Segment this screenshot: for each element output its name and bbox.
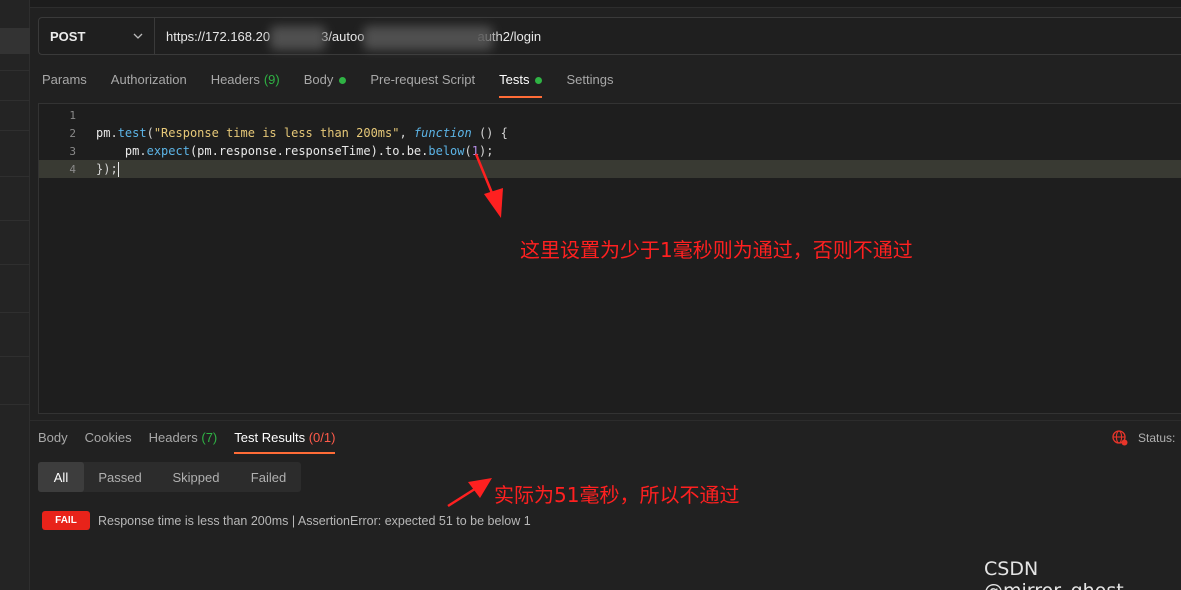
request-tabs: Params Authorization Headers (9) Body Pre… (42, 72, 637, 98)
sidebar-divider (0, 130, 30, 131)
text-cursor (117, 161, 119, 177)
code-token: . (110, 126, 118, 140)
tab-pre-request-script[interactable]: Pre-request Script (370, 72, 475, 98)
annotation-arrow-icon (474, 153, 503, 218)
code-token: "Response time is less than 200ms" (153, 126, 400, 140)
sidebar-divider (0, 264, 30, 265)
globe-error-icon[interactable] (1112, 430, 1128, 446)
left-sidebar-rail (0, 0, 30, 590)
code-text: pm.test("Response time is less than 200m… (96, 126, 508, 140)
test-results-filter: All Passed Skipped Failed (38, 462, 301, 492)
tab-settings[interactable]: Settings (566, 72, 613, 98)
sidebar-selected-item[interactable] (0, 28, 30, 54)
code-token: expect (146, 144, 190, 158)
sidebar-divider (0, 176, 30, 177)
method-select[interactable]: POST (39, 18, 155, 54)
tab-headers[interactable]: Headers (9) (211, 72, 280, 98)
tab-label: Tests (499, 72, 530, 87)
response-status: Status: (1112, 430, 1175, 446)
sidebar-divider (0, 70, 30, 71)
chevron-down-icon (133, 33, 143, 39)
code-token: }); (96, 161, 118, 176)
code-token: ( (146, 126, 154, 140)
request-url-bar: POST https://172.168.20 3/autoo auth2/logi… (38, 17, 1181, 55)
tab-strip (30, 0, 1181, 8)
tab-label: Body (38, 430, 68, 445)
url-part: 3/autoo (321, 28, 365, 44)
tab-cookies[interactable]: Cookies (85, 430, 132, 454)
watermark: CSDN @mirror_ghost (984, 558, 1124, 590)
tab-label: Cookies (84, 430, 132, 445)
code-token: pm (96, 126, 111, 140)
tab-label: Pre-request Script (370, 72, 476, 87)
headers-count: (9) (263, 72, 280, 87)
filter-label: Skipped (172, 469, 220, 485)
test-result-text: Response time is less than 200ms | Asser… (98, 513, 531, 528)
code-token: pm (124, 144, 140, 158)
tab-label: Body (303, 72, 334, 87)
test-results-count: (0/1) (308, 430, 336, 445)
sidebar-divider (0, 356, 30, 357)
response-divider (30, 420, 1181, 421)
tab-response-body[interactable]: Body (38, 430, 68, 454)
url-input[interactable]: https://172.168.20 3/autoo auth2/login (166, 25, 541, 50)
sidebar-divider (0, 100, 30, 101)
redaction-blur (270, 25, 326, 50)
tab-authorization[interactable]: Authorization (111, 72, 187, 98)
code-token: test (117, 126, 147, 140)
tab-label: Authorization (110, 72, 187, 87)
tab-label: Test Results (234, 430, 306, 445)
tab-label: Settings (566, 72, 614, 87)
status-label: Status: (1138, 431, 1176, 445)
code-token: below (428, 144, 465, 158)
sidebar-divider (0, 220, 30, 221)
code-line: 3 pm.expect(pm.response.responseTime).to… (39, 142, 1181, 160)
code-token: (pm.response.responseTime).to.be. (189, 144, 429, 158)
line-number: 4 (69, 162, 76, 176)
headers-count: (7) (201, 430, 218, 445)
code-token: . (139, 144, 147, 158)
annotation-note-top: 这里设置为少于1毫秒则为通过，否则不通过 (520, 238, 913, 262)
code-text: pm.expect(pm.response.responseTime).to.b… (96, 144, 494, 158)
filter-label: Passed (98, 469, 142, 485)
sidebar-divider (0, 312, 30, 313)
tab-response-headers[interactable]: Headers (7) (149, 430, 218, 454)
filter-label: All (53, 469, 69, 485)
tab-body[interactable]: Body (304, 72, 347, 98)
tab-label: Params (42, 72, 87, 87)
response-tabs: Body Cookies Headers (7) Test Results (0… (38, 430, 352, 454)
fail-badge: FAIL (42, 511, 90, 530)
line-number: 3 (69, 144, 76, 158)
filter-all-button[interactable]: All (38, 462, 84, 492)
test-result-row: FAIL Response time is less than 200ms | … (42, 511, 531, 530)
tab-label: Headers (210, 72, 260, 87)
code-line-active: 4 }); (39, 160, 1181, 178)
sidebar-divider (0, 404, 30, 405)
url-part: https://172.168.20 (166, 28, 271, 44)
status-dot-icon (339, 77, 347, 84)
tab-label: Headers (148, 430, 198, 445)
code-token: , (399, 126, 414, 140)
code-line: 1 (39, 106, 1181, 124)
annotation-arrow-icon (447, 478, 492, 508)
line-number: 2 (69, 126, 76, 140)
code-token: () { (471, 126, 508, 140)
code-line: 2 pm.test("Response time is less than 20… (39, 124, 1181, 142)
status-dot-icon (535, 77, 543, 84)
code-text: }); (96, 161, 119, 177)
filter-failed-button[interactable]: Failed (236, 462, 301, 492)
filter-label: Failed (250, 469, 287, 485)
method-label: POST (50, 28, 86, 44)
filter-passed-button[interactable]: Passed (84, 462, 156, 492)
annotation-note-bottom: 实际为51毫秒，所以不通过 (494, 483, 740, 507)
tab-params[interactable]: Params (42, 72, 87, 98)
tab-test-results[interactable]: Test Results (0/1) (234, 430, 336, 454)
code-token: function (413, 126, 472, 140)
tab-tests[interactable]: Tests (499, 72, 543, 98)
filter-skipped-button[interactable]: Skipped (156, 462, 236, 492)
redaction-blur (363, 25, 493, 50)
line-number: 1 (69, 108, 76, 122)
